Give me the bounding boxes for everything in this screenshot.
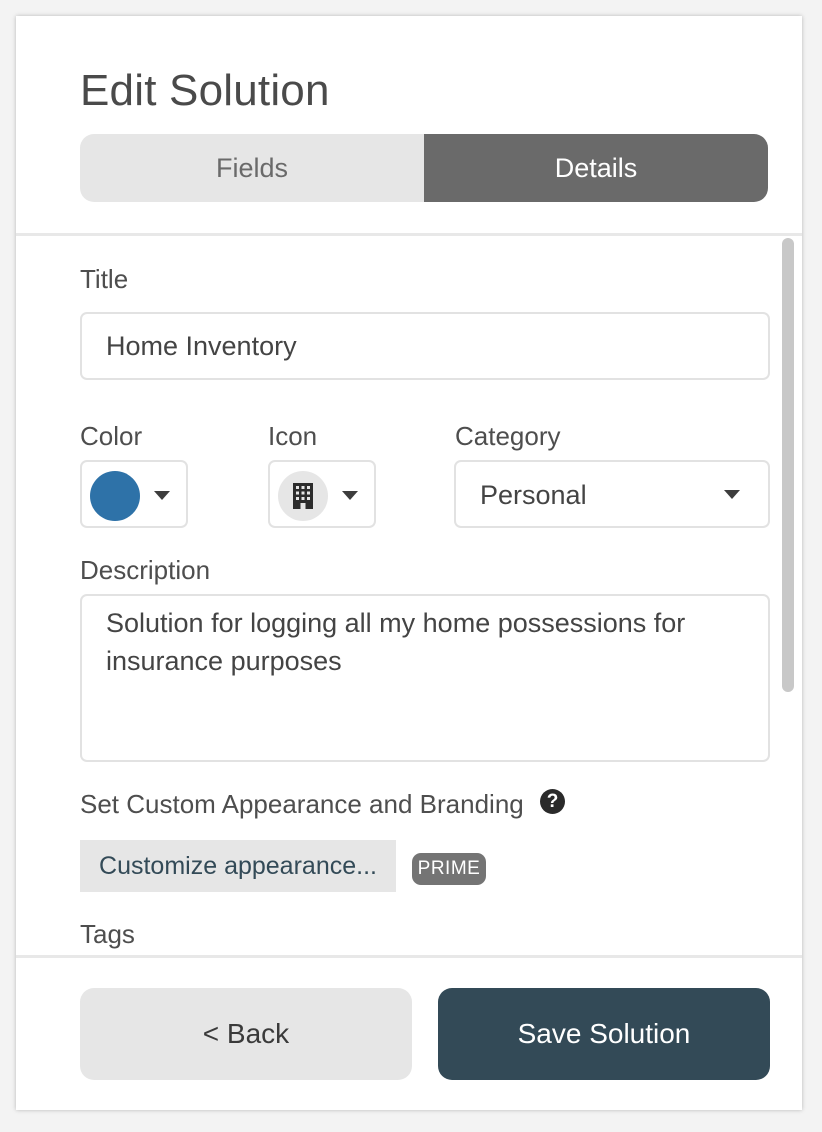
back-button[interactable]: < Back [80, 988, 412, 1080]
title-input[interactable]: Home Inventory [80, 312, 770, 380]
building-icon [293, 483, 313, 509]
icon-label: Icon [268, 421, 318, 451]
header-divider [16, 233, 802, 236]
chevron-down-icon [724, 490, 740, 499]
category-label: Category [455, 421, 561, 451]
color-swatch [90, 471, 140, 521]
dialog-title: Edit Solution [80, 66, 330, 115]
icon-picker[interactable] [268, 460, 376, 528]
prime-badge: PRIME [412, 853, 486, 885]
edit-solution-dialog: Edit Solution Fields Details Title Home … [16, 16, 802, 1110]
footer-divider [16, 955, 802, 958]
icon-preview [278, 471, 328, 521]
branding-label: Set Custom Appearance and Branding [80, 789, 524, 819]
description-value: Solution for logging all my home possess… [106, 608, 686, 676]
tab-switcher: Fields Details [80, 134, 768, 202]
save-solution-button[interactable]: Save Solution [438, 988, 770, 1080]
color-picker[interactable] [80, 460, 188, 528]
color-label: Color [80, 421, 143, 451]
title-label: Title [80, 264, 129, 294]
description-label: Description [80, 555, 211, 585]
tab-fields[interactable]: Fields [80, 134, 424, 202]
help-icon[interactable]: ? [540, 789, 565, 814]
title-input-value: Home Inventory [106, 331, 297, 361]
category-select[interactable]: Personal [454, 460, 770, 528]
category-select-value: Personal [480, 480, 587, 510]
chevron-down-icon [342, 491, 358, 500]
description-textarea[interactable]: Solution for logging all my home possess… [80, 594, 770, 762]
tags-label: Tags [80, 919, 135, 949]
customize-appearance-button[interactable]: Customize appearance... [80, 840, 396, 892]
chevron-down-icon [154, 491, 170, 500]
tab-details[interactable]: Details [424, 134, 768, 202]
scrollbar-thumb[interactable] [782, 238, 794, 692]
